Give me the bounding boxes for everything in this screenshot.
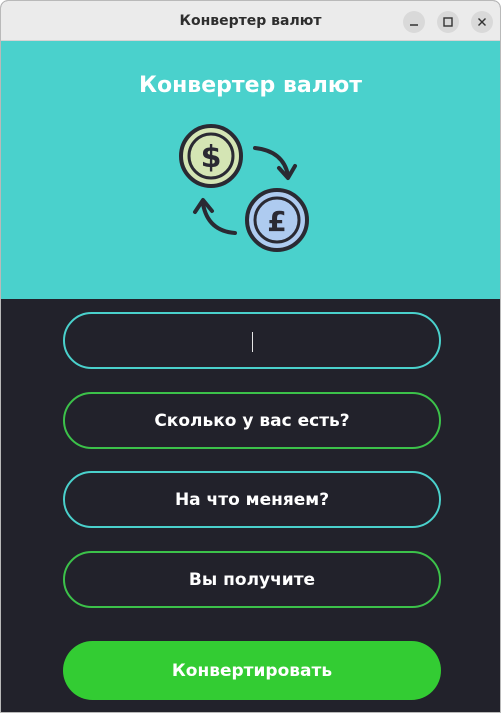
title-bar: Конвертер валют xyxy=(1,1,500,41)
minimize-icon xyxy=(410,24,418,26)
amount-input[interactable] xyxy=(63,312,441,369)
header-banner: Конвертер валют $ £ xyxy=(1,41,500,299)
target-currency-select[interactable]: На что меняем? xyxy=(63,471,441,528)
app-heading: Конвертер валют xyxy=(139,73,362,98)
currency-exchange-icon: $ £ xyxy=(179,124,309,252)
result-field: Вы получите xyxy=(63,551,441,608)
target-currency-label: На что меняем? xyxy=(174,489,330,510)
svg-text:£: £ xyxy=(267,205,286,238)
source-currency-label: Сколько у вас есть? xyxy=(154,410,350,431)
maximize-button[interactable] xyxy=(437,11,459,33)
close-icon xyxy=(478,18,486,26)
close-button[interactable] xyxy=(471,11,493,33)
source-currency-select[interactable]: Сколько у вас есть? xyxy=(63,392,441,449)
convert-button[interactable]: Конвертировать xyxy=(63,641,441,700)
app-window: Конвертер валют Конвертер валют $ £ Скол… xyxy=(0,0,501,713)
converter-form: Сколько у вас есть? На что меняем? Вы по… xyxy=(1,299,500,712)
maximize-icon xyxy=(443,17,453,27)
text-cursor xyxy=(252,332,253,352)
window-title: Конвертер валют xyxy=(179,13,322,29)
result-label: Вы получите xyxy=(188,569,316,590)
minimize-button[interactable] xyxy=(403,11,425,33)
svg-text:$: $ xyxy=(201,140,222,175)
convert-button-label: Конвертировать xyxy=(171,660,333,681)
